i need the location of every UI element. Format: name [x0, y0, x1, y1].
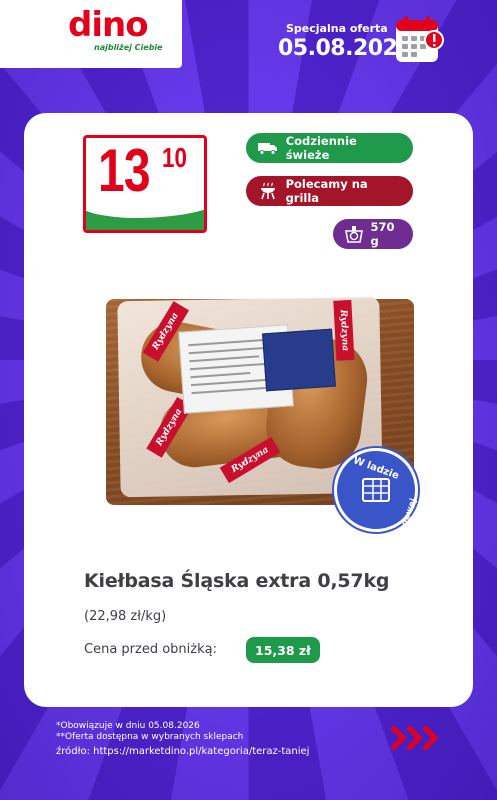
self-service-badge: W ladzie samoobsługowej — [334, 448, 419, 576]
logo-text: dino — [68, 5, 149, 45]
product-sticker — [262, 328, 336, 392]
brand-strip: Rydzyna — [333, 299, 355, 361]
unit-price: (22,98 zł/kg) — [84, 609, 167, 624]
price-main: 13 — [98, 137, 151, 204]
footer-note-date: *Obowiązuje w dniu 05.08.2026 — [56, 721, 200, 731]
logo-tagline: najbliżej Ciebie — [94, 43, 163, 52]
badge-bottom-text: samoobsługowej — [382, 497, 419, 576]
truck-icon — [256, 138, 280, 158]
tag-weight: 570 g — [333, 219, 413, 249]
previous-price-badge: 15,38 zł — [246, 637, 320, 663]
offer-label: Specjalna oferta — [286, 22, 388, 35]
grill-icon — [256, 181, 280, 201]
fridge-icon — [362, 478, 390, 502]
dino-logo[interactable]: dino najbliżej Ciebie — [0, 0, 182, 68]
scale-icon — [343, 224, 365, 244]
tag-grill-label: Polecamy na grilla — [285, 177, 368, 205]
tag-fresh-label: Codziennie świeże — [285, 134, 357, 162]
footer-source-link[interactable]: źródło: https://marketdino.pl/kategoria/… — [56, 745, 309, 759]
offer-date: 05.08.2026 — [278, 36, 413, 61]
product-card[interactable]: 13 10 Codziennie świeże Polecamy na gril… — [24, 113, 473, 707]
calendar-icon — [396, 16, 444, 62]
price-cents: 10 — [162, 142, 187, 173]
product-name: Kiełbasa Śląska extra 0,57kg — [84, 570, 390, 592]
tag-fresh-daily: Codziennie świeże — [246, 133, 413, 163]
footer: *Obowiązuje w dniu 05.08.2026 **Oferta d… — [56, 721, 309, 759]
tag-grill: Polecamy na grilla — [246, 176, 413, 206]
next-arrows-icon[interactable] — [388, 723, 446, 753]
footer-note-availability: **Oferta dostępna w wybranych sklepach — [56, 732, 244, 742]
price-tag: 13 10 — [83, 135, 207, 233]
previous-price-label: Cena przed obniżką: — [84, 642, 217, 657]
tag-weight-label: 570 g — [370, 220, 395, 248]
top-bar: dino najbliżej Ciebie Specjalna oferta 0… — [0, 0, 497, 70]
